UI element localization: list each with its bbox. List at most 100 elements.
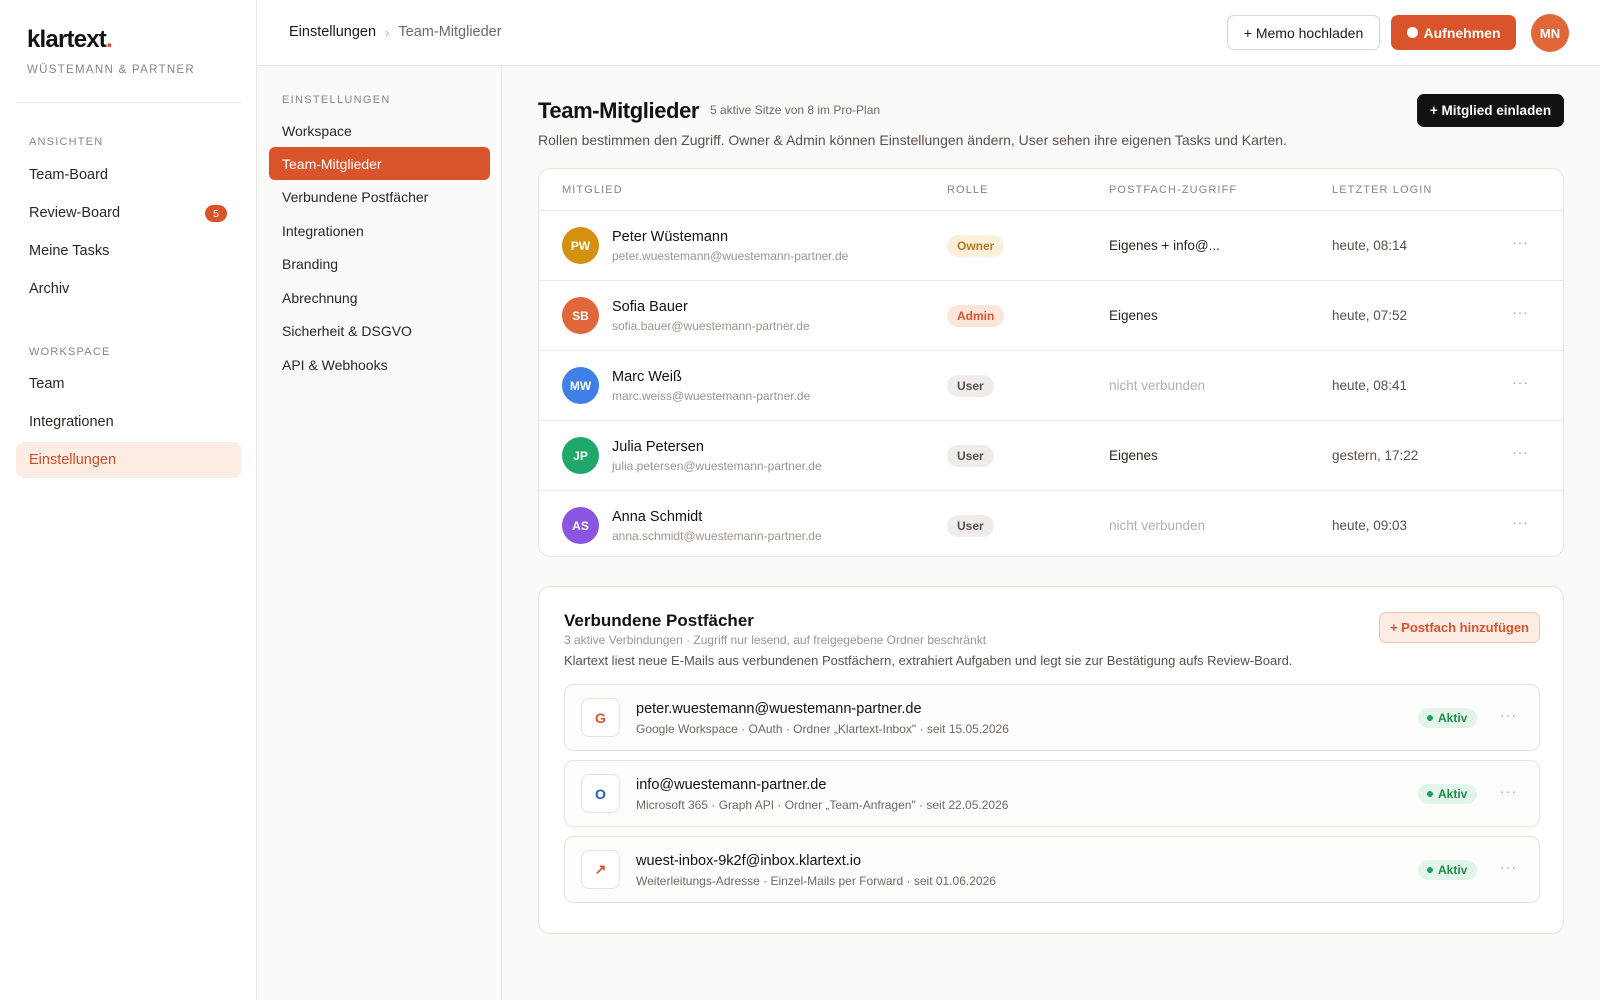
sidebar-item-team-board[interactable]: Team-Board [16,157,241,193]
mailbox-item[interactable]: ↗ wuest-inbox-9k2f@inbox.klartext.io Wei… [564,836,1540,903]
upload-memo-button[interactable]: + Memo hochladen [1227,15,1380,50]
status-label: Aktiv [1438,711,1468,725]
last-login: gestern, 17:22 [1332,448,1419,463]
settings-nav-integrations[interactable]: Integrationen [269,214,490,247]
breadcrumb-root[interactable]: Einstellungen [289,24,376,40]
column-header-last-login: LETZTER LOGIN [1332,184,1433,196]
mailbox-address: info@wuestemann-partner.de [636,777,827,793]
mailboxes-meta: 3 aktive Verbindungen · Zugriff nur lese… [564,633,987,647]
member-name: Julia Petersen [612,439,704,455]
sidebar-item-settings[interactable]: Einstellungen [16,442,241,478]
sidebar-item-label: Archiv [29,281,70,297]
review-count-badge: 5 [205,205,227,222]
sidebar-item-integrations[interactable]: Integrationen [16,404,241,440]
settings-nav-workspace[interactable]: Workspace [269,114,490,147]
member-name: Peter Wüstemann [612,229,729,245]
record-dot-icon [1406,27,1418,38]
settings-nav-mailboxes[interactable]: Verbundene Postfächer [269,180,490,213]
member-email: julia.petersen@wuestemann-partner.de [612,459,822,473]
status-badge: Aktiv [1418,708,1478,728]
status-label: Aktiv [1438,863,1468,877]
more-options-icon[interactable]: ··· [1500,707,1517,723]
mailboxes-title: Verbundene Postfächer [564,611,754,630]
connected-mailboxes-card: Verbundene Postfächer 3 aktive Verbindun… [538,586,1564,934]
settings-nav-title: EINSTELLUNGEN [282,94,391,106]
app-sidebar: klartext. WÜSTEMANN & PARTNER ANSICHTEN … [0,0,257,1000]
table-row[interactable]: JP Julia Petersen julia.petersen@wuestem… [539,421,1563,491]
page-description: Rollen bestimmen den Zugriff. Owner & Ad… [538,132,1287,148]
settings-nav-team-members[interactable]: Team-Mitglieder [269,147,490,180]
brand-logo[interactable]: klartext. [27,26,113,54]
avatar: JP [562,437,599,474]
member-email: marc.weiss@wuestemann-partner.de [612,389,811,403]
breadcrumb-separator-icon: › [385,24,390,40]
sidebar-item-label: Integrationen [29,414,114,430]
sidebar-item-label: Einstellungen [29,452,117,468]
more-options-icon[interactable]: ··· [1500,859,1517,875]
breadcrumb: Einstellungen › Team-Mitglieder [289,24,502,40]
outlook-icon: O [581,774,620,813]
role-badge[interactable]: User [947,515,994,537]
mailbox-address: peter.wuestemann@wuestemann-partner.de [636,701,922,717]
member-name: Marc Weiß [612,369,682,385]
role-badge[interactable]: Owner [947,235,1005,257]
add-mailbox-button[interactable]: + Postfach hinzufügen [1379,612,1540,643]
member-email: sofia.bauer@wuestemann-partner.de [612,319,810,333]
last-login: heute, 08:14 [1332,238,1408,253]
role-badge[interactable]: User [947,375,994,397]
settings-nav: EINSTELLUNGEN Workspace Team-Mitglieder … [257,66,502,1000]
mailboxes-description: Klartext liest neue E-Mails aus verbunde… [564,653,1293,668]
top-bar: Einstellungen › Team-Mitglieder + Memo h… [257,0,1600,66]
page-title: Team-Mitglieder [538,98,700,123]
last-login: heute, 09:03 [1332,518,1408,533]
brand-dot: . [105,26,113,53]
table-row[interactable]: PW Peter Wüstemann peter.wuestemann@wues… [539,211,1563,281]
mailbox-item[interactable]: O info@wuestemann-partner.de Microsoft 3… [564,760,1540,827]
table-row[interactable]: AS Anna Schmidt anna.schmidt@wuestemann-… [539,491,1563,556]
more-options-icon[interactable]: ··· [1512,234,1529,250]
settings-nav-api-webhooks[interactable]: API & Webhooks [269,348,490,381]
settings-nav-security[interactable]: Sicherheit & DSGVO [269,314,490,347]
settings-nav-billing[interactable]: Abrechnung [269,281,490,314]
avatar: PW [562,227,599,264]
brand-name: klartext [27,26,107,53]
status-badge: Aktiv [1418,860,1478,880]
company-name: WÜSTEMANN & PARTNER [27,64,196,76]
role-badge[interactable]: User [947,445,994,467]
record-button[interactable]: Aufnehmen [1391,15,1516,50]
last-login: heute, 07:52 [1332,308,1408,323]
sidebar-section-views: ANSICHTEN [29,136,104,148]
avatar: AS [562,507,599,544]
table-row[interactable]: SB Sofia Bauer sofia.bauer@wuestemann-pa… [539,281,1563,351]
mailbox-details: Microsoft 365 · Graph API · Ordner „Team… [636,798,1009,812]
sidebar-item-archive[interactable]: Archiv [16,271,241,307]
role-badge[interactable]: Admin [947,305,1005,327]
mailbox-access: Eigenes [1109,308,1158,323]
sidebar-item-review-board[interactable]: Review-Board 5 [16,195,241,231]
member-name: Sofia Bauer [612,299,688,315]
mailbox-access: Eigenes + info@... [1109,238,1220,253]
avatar: MW [562,367,599,404]
sidebar-item-team[interactable]: Team [16,366,241,402]
more-options-icon[interactable]: ··· [1512,374,1529,390]
user-avatar[interactable]: MN [1531,14,1569,52]
members-table: MITGLIED ROLLE POSTFACH-ZUGRIFF LETZTER … [538,168,1564,557]
more-options-icon[interactable]: ··· [1512,304,1529,320]
sidebar-item-label: Review-Board [29,205,121,221]
sidebar-item-my-tasks[interactable]: Meine Tasks [16,233,241,269]
last-login: heute, 08:41 [1332,378,1408,393]
mailbox-access: Eigenes [1109,448,1158,463]
member-name: Anna Schmidt [612,509,703,525]
table-row[interactable]: MW Marc Weiß marc.weiss@wuestemann-partn… [539,351,1563,421]
status-dot-icon [1427,791,1433,797]
more-options-icon[interactable]: ··· [1500,783,1517,799]
table-header: MITGLIED ROLLE POSTFACH-ZUGRIFF LETZTER … [539,169,1563,211]
more-options-icon[interactable]: ··· [1512,444,1529,460]
invite-member-button[interactable]: + Mitglied einladen [1417,94,1564,127]
settings-nav-branding[interactable]: Branding [269,247,490,280]
column-header-mailbox: POSTFACH-ZUGRIFF [1109,184,1238,196]
mailbox-item[interactable]: G peter.wuestemann@wuestemann-partner.de… [564,684,1540,751]
sidebar-divider [16,102,241,103]
more-options-icon[interactable]: ··· [1512,514,1529,530]
breadcrumb-current: Team-Mitglieder [398,24,502,40]
